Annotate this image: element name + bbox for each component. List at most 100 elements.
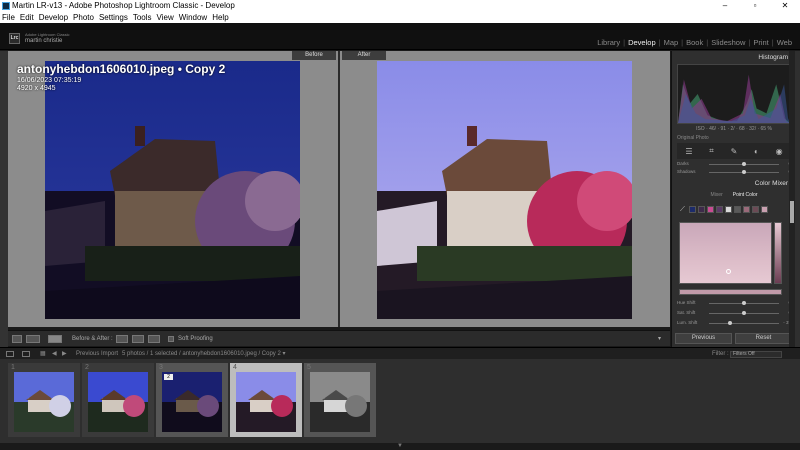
color-swatch[interactable] bbox=[716, 206, 723, 213]
redeye-icon[interactable]: ◉ bbox=[776, 147, 783, 156]
menu-photo[interactable]: Photo bbox=[73, 12, 94, 23]
right-panel-scrollbar[interactable] bbox=[789, 51, 795, 347]
original-photo-toggle[interactable]: Original Photo bbox=[677, 135, 709, 141]
slider-lum-shift[interactable]: Lum. Shift - 37 bbox=[677, 320, 791, 328]
module-picker: Library | Develop | Map | Book | Slideshow | … bbox=[597, 38, 792, 47]
module-develop[interactable]: Develop bbox=[628, 38, 656, 47]
reset-button[interactable]: Reset bbox=[735, 333, 792, 344]
swap-settings-icon[interactable] bbox=[148, 335, 160, 343]
edit-sliders-icon[interactable]: ☰ bbox=[685, 147, 692, 156]
toolbar-menu-icon[interactable]: ▾ bbox=[658, 335, 661, 343]
copy-settings-left-icon[interactable] bbox=[116, 335, 128, 343]
histogram-header[interactable]: Histogram bbox=[672, 53, 794, 63]
luminance-range-strip[interactable] bbox=[774, 222, 782, 284]
menu-window[interactable]: Window bbox=[179, 12, 207, 23]
slider-knob[interactable] bbox=[728, 321, 732, 325]
module-print[interactable]: Print bbox=[753, 38, 768, 47]
color-mixer-header[interactable]: Color Mixer bbox=[672, 179, 794, 189]
main-window-icon[interactable] bbox=[6, 351, 14, 357]
capture-date: 16/06/2023 07:35:19 bbox=[17, 77, 82, 84]
hue-saturation-picker[interactable] bbox=[679, 222, 772, 284]
slider-knob[interactable] bbox=[742, 301, 746, 305]
slider-shadows[interactable]: Shadows 0 bbox=[677, 169, 791, 177]
lightroom-app-icon bbox=[2, 2, 10, 10]
thumbnail-number: 1 bbox=[11, 364, 15, 371]
tab-point-color[interactable]: Point Color bbox=[733, 191, 758, 200]
after-label: After bbox=[342, 51, 386, 60]
menu-view[interactable]: View bbox=[157, 12, 174, 23]
scrollbar-thumb[interactable] bbox=[790, 201, 794, 223]
menu-help[interactable]: Help bbox=[212, 12, 228, 23]
before-after-mode-label[interactable]: Before & After : bbox=[72, 335, 113, 343]
copy-settings-right-icon[interactable] bbox=[132, 335, 144, 343]
menu-tools[interactable]: Tools bbox=[133, 12, 152, 23]
photo-info-overlay: antonyhebdon1606010.jpeg • Copy 2 16/06/… bbox=[17, 62, 225, 92]
crop-icon[interactable]: ⌗ bbox=[709, 146, 714, 156]
thumbnail-number: 2 bbox=[85, 364, 89, 371]
menu-edit[interactable]: Edit bbox=[20, 12, 34, 23]
slider-label: Darks bbox=[677, 161, 689, 166]
soft-proofing-checkbox[interactable] bbox=[168, 336, 174, 342]
filmstrip-thumbnail[interactable]: 3 2 bbox=[156, 363, 228, 437]
close-button[interactable]: ✕ bbox=[770, 0, 800, 12]
virtual-copy-badge: 2 bbox=[164, 374, 173, 380]
slider-hue-shift[interactable]: Hue Shift 0 bbox=[677, 300, 791, 308]
maximize-button[interactable]: ▫ bbox=[740, 0, 770, 12]
exif-readout: ISO · 46/ · 91 · 2/ · 68 · 32/ · 65 % bbox=[696, 126, 772, 132]
slider-sat-shift[interactable]: Sat. Shift 0 bbox=[677, 310, 791, 318]
filmstrip-thumbnail[interactable]: 1 bbox=[8, 363, 80, 437]
healing-icon[interactable]: ✎ bbox=[731, 147, 738, 156]
color-swatch[interactable] bbox=[752, 206, 759, 213]
filmstrip: 1 2 3 2 4 5 bbox=[0, 359, 800, 443]
point-color-swatches: ⟋ bbox=[680, 206, 768, 213]
color-swatch[interactable] bbox=[761, 206, 768, 213]
filter-select[interactable]: Filters Off bbox=[730, 351, 782, 358]
ai-masking-icon[interactable]: ◐ bbox=[754, 147, 759, 156]
slider-knob[interactable] bbox=[742, 162, 746, 166]
color-swatch[interactable] bbox=[743, 206, 750, 213]
identity-plate-bar: Lrc Adobe Lightroom Classic martin chris… bbox=[0, 23, 800, 50]
slider-label: Shadows bbox=[677, 169, 696, 174]
develop-tool-strip: ☰ ⌗ ✎ ◐ ◉ bbox=[677, 143, 791, 159]
color-swatch[interactable] bbox=[707, 206, 714, 213]
filmstrip-toggle-icon[interactable]: ▼ bbox=[0, 443, 800, 450]
compare-view-icon[interactable] bbox=[26, 335, 40, 343]
picker-point[interactable] bbox=[726, 269, 731, 274]
second-window-icon[interactable] bbox=[22, 351, 30, 357]
after-photo[interactable] bbox=[377, 61, 632, 319]
filmstrip-thumbnail-selected[interactable]: 4 bbox=[230, 363, 302, 437]
module-map[interactable]: Map bbox=[664, 38, 679, 47]
color-swatch[interactable] bbox=[689, 206, 696, 213]
module-library[interactable]: Library bbox=[597, 38, 620, 47]
minimize-button[interactable]: – bbox=[710, 0, 740, 12]
slider-knob[interactable] bbox=[742, 311, 746, 315]
menu-develop[interactable]: Develop bbox=[39, 12, 68, 23]
before-photo[interactable] bbox=[45, 61, 300, 319]
color-swatch[interactable] bbox=[698, 206, 705, 213]
loupe-view-icon[interactable] bbox=[12, 335, 22, 343]
module-web[interactable]: Web bbox=[777, 38, 792, 47]
filmstrip-thumbnail[interactable]: 2 bbox=[82, 363, 154, 437]
eyedropper-icon[interactable]: ⟋ bbox=[680, 206, 687, 213]
slider-knob[interactable] bbox=[742, 170, 746, 174]
before-after-view-icon[interactable] bbox=[48, 335, 62, 343]
module-book[interactable]: Book bbox=[686, 38, 703, 47]
previous-button[interactable]: Previous bbox=[675, 333, 732, 344]
color-mixer-tabs: Mixer Point Color bbox=[677, 191, 791, 200]
soft-proofing-label: Soft Proofing bbox=[178, 336, 213, 342]
module-slideshow[interactable]: Slideshow bbox=[711, 38, 745, 47]
file-name: antonyhebdon1606010.jpeg • Copy 2 bbox=[17, 62, 226, 76]
menu-settings[interactable]: Settings bbox=[99, 12, 128, 23]
slider-label: Lum. Shift bbox=[677, 320, 698, 325]
filmstrip-thumbnail[interactable]: 5 bbox=[304, 363, 376, 437]
histogram[interactable] bbox=[677, 64, 791, 124]
left-panel-edge[interactable] bbox=[0, 51, 8, 347]
tab-mixer[interactable]: Mixer bbox=[711, 191, 723, 200]
color-swatch[interactable] bbox=[734, 206, 741, 213]
menu-file[interactable]: File bbox=[2, 12, 15, 23]
slider-darks[interactable]: Darks 0 bbox=[677, 161, 791, 169]
hue-range-strip[interactable] bbox=[679, 289, 782, 295]
color-swatch[interactable] bbox=[725, 206, 732, 213]
slider-label: Sat. Shift bbox=[677, 310, 696, 315]
lrc-logo: Lrc bbox=[9, 33, 20, 44]
